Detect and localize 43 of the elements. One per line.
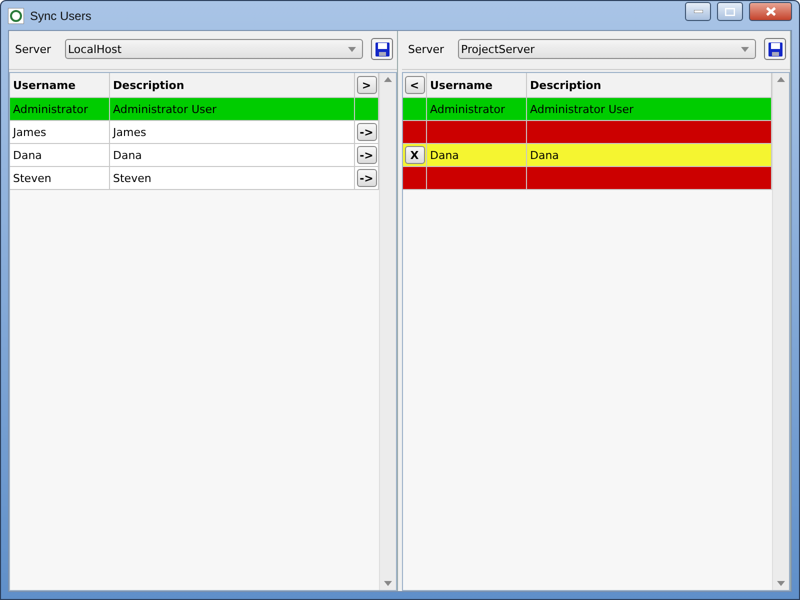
minimize-icon [694, 10, 702, 13]
maximize-button[interactable] [717, 2, 743, 21]
username-cell: James [10, 121, 110, 143]
save-icon [768, 42, 782, 56]
description-cell: James [110, 121, 355, 143]
window-title: Sync Users [30, 8, 92, 22]
server-label: Server [408, 42, 446, 56]
username-cell: Administrator [427, 98, 527, 120]
dropdown-arrow-icon[interactable] [348, 46, 356, 52]
save-icon [374, 42, 390, 56]
scroll-down-icon[interactable] [777, 581, 785, 586]
scroll-down-icon[interactable] [384, 581, 392, 586]
save-button[interactable] [371, 38, 393, 60]
username-cell: Dana [10, 144, 110, 166]
copy-right-button[interactable]: -> [356, 169, 376, 187]
close-icon [766, 7, 776, 16]
server-dropdown[interactable]: ProjectServer [458, 39, 756, 59]
column-header: Description [110, 73, 355, 97]
minimize-button[interactable] [685, 2, 711, 21]
server-label: Server [15, 42, 52, 56]
username-cell: Administrator [10, 98, 110, 120]
copy-all-left-button[interactable]: < [404, 76, 424, 94]
close-button[interactable] [749, 2, 792, 21]
copy-all-right-button[interactable]: > [356, 76, 376, 94]
scrollbar[interactable] [379, 73, 396, 590]
description-cell: Dana [110, 144, 355, 166]
app-icon [8, 8, 24, 24]
server-dropdown[interactable]: LocalHost [65, 39, 363, 59]
remove-button[interactable]: X [404, 146, 424, 164]
dropdown-arrow-icon[interactable] [741, 46, 749, 52]
scroll-up-icon[interactable] [384, 77, 392, 82]
scroll-up-icon[interactable] [777, 77, 785, 82]
copy-right-button[interactable]: -> [356, 146, 376, 164]
username-cell: Steven [10, 167, 110, 189]
maximize-icon [725, 8, 735, 16]
copy-right-button[interactable]: -> [356, 123, 376, 141]
save-button[interactable] [764, 38, 786, 60]
column-header: Username [10, 73, 110, 97]
description-cell: Steven [110, 167, 355, 189]
column-header: Username [427, 73, 527, 97]
username-cell: Dana [427, 144, 527, 166]
description-cell: Administrator User [110, 98, 355, 120]
scrollbar[interactable] [772, 73, 789, 590]
